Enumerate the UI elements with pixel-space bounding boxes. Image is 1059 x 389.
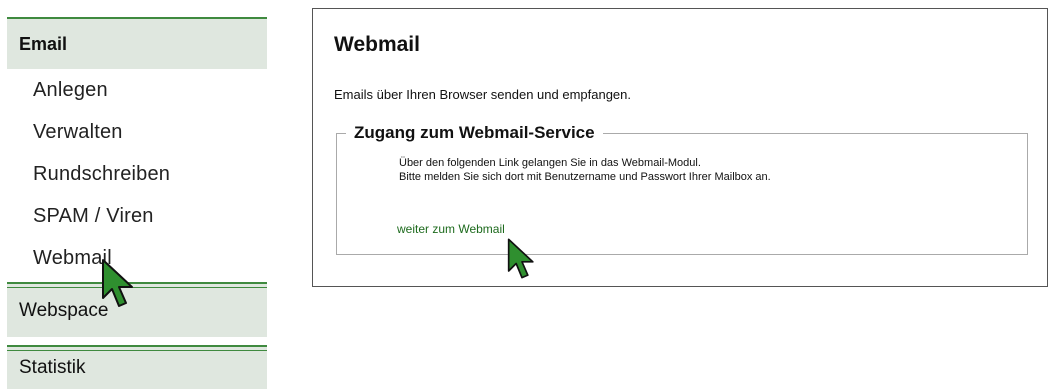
sidebar-item-webmail[interactable]: Webmail (33, 247, 112, 270)
webmail-access-fieldset: Zugang zum Webmail-Service Über den folg… (336, 123, 1028, 255)
sidebar-item-label: SPAM / Viren (33, 205, 154, 227)
sidebar-section-email-label: Email (19, 33, 68, 54)
sidebar-item-spam-viren[interactable]: SPAM / Viren (33, 205, 154, 228)
sidebar-item-label: Webmail (33, 247, 112, 269)
fieldset-legend: Zugang zum Webmail-Service (346, 123, 603, 143)
sidebar-item-label: Anlegen (33, 79, 108, 101)
sidebar-section-statistik-label: Statistik (19, 357, 86, 378)
sidebar-section-statistik[interactable]: Statistik (7, 345, 267, 389)
sidebar-item-verwalten[interactable]: Verwalten (33, 121, 123, 144)
fieldset-info-line-2: Bitte melden Sie sich dort mit Benutzern… (399, 171, 771, 183)
sidebar-section-email[interactable]: Email (7, 17, 267, 69)
sidebar-item-anlegen[interactable]: Anlegen (33, 79, 108, 102)
sidebar: Email Anlegen Verwalten Rundschreiben SP… (0, 0, 267, 389)
sidebar-section-webspace[interactable]: Webspace (7, 282, 267, 337)
sidebar-item-label: Verwalten (33, 121, 123, 143)
webmail-panel: Webmail Emails über Ihren Browser senden… (312, 8, 1048, 287)
fieldset-info-line-1: Über den folgenden Link gelangen Sie in … (399, 157, 701, 169)
sidebar-section-webspace-label: Webspace (19, 299, 109, 321)
webmail-link[interactable]: weiter zum Webmail (397, 222, 505, 236)
sidebar-item-label: Rundschreiben (33, 163, 171, 185)
page-description: Emails über Ihren Browser senden und emp… (334, 87, 632, 102)
sidebar-item-rundschreiben[interactable]: Rundschreiben (33, 163, 170, 186)
page-title: Webmail (334, 33, 420, 56)
